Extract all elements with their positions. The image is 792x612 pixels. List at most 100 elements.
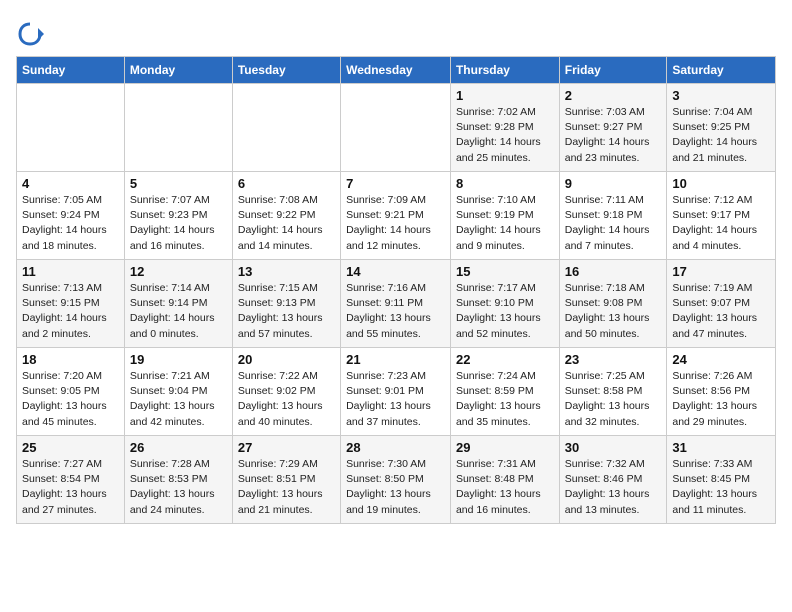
day-info: Sunrise: 7:32 AMSunset: 8:46 PMDaylight:… bbox=[565, 457, 662, 518]
day-cell: 31 Sunrise: 7:33 AMSunset: 8:45 PMDayligh… bbox=[667, 436, 776, 524]
day-info: Sunrise: 7:31 AMSunset: 8:48 PMDaylight:… bbox=[456, 457, 554, 518]
day-cell: 24 Sunrise: 7:26 AMSunset: 8:56 PMDayligh… bbox=[667, 348, 776, 436]
day-info: Sunrise: 7:29 AMSunset: 8:51 PMDaylight:… bbox=[238, 457, 335, 518]
day-info: Sunrise: 7:11 AMSunset: 9:18 PMDaylight:… bbox=[565, 193, 662, 254]
day-info: Sunrise: 7:02 AMSunset: 9:28 PMDaylight:… bbox=[456, 105, 554, 166]
day-cell bbox=[232, 84, 340, 172]
day-number: 25 bbox=[22, 440, 119, 455]
day-number: 26 bbox=[130, 440, 227, 455]
day-number: 1 bbox=[456, 88, 554, 103]
day-number: 30 bbox=[565, 440, 662, 455]
day-number: 16 bbox=[565, 264, 662, 279]
day-number: 29 bbox=[456, 440, 554, 455]
day-cell: 4 Sunrise: 7:05 AMSunset: 9:24 PMDaylight… bbox=[17, 172, 125, 260]
day-cell: 17 Sunrise: 7:19 AMSunset: 9:07 PMDayligh… bbox=[667, 260, 776, 348]
day-cell bbox=[124, 84, 232, 172]
day-number: 17 bbox=[672, 264, 770, 279]
day-cell: 18Sunrise: 7:20 AMSunset: 9:05 PMDayligh… bbox=[17, 348, 125, 436]
day-cell: 9 Sunrise: 7:11 AMSunset: 9:18 PMDaylight… bbox=[559, 172, 667, 260]
day-cell: 26 Sunrise: 7:28 AMSunset: 8:53 PMDayligh… bbox=[124, 436, 232, 524]
day-info: Sunrise: 7:26 AMSunset: 8:56 PMDaylight:… bbox=[672, 369, 770, 430]
header bbox=[16, 16, 776, 48]
day-info: Sunrise: 7:15 AMSunset: 9:13 PMDaylight:… bbox=[238, 281, 335, 342]
day-info: Sunrise: 7:09 AMSunset: 9:21 PMDaylight:… bbox=[346, 193, 445, 254]
day-info: Sunrise: 7:08 AMSunset: 9:22 PMDaylight:… bbox=[238, 193, 335, 254]
day-info: Sunrise: 7:30 AMSunset: 8:50 PMDaylight:… bbox=[346, 457, 445, 518]
day-info: Sunrise: 7:22 AMSunset: 9:02 PMDaylight:… bbox=[238, 369, 335, 430]
day-cell: 7 Sunrise: 7:09 AMSunset: 9:21 PMDaylight… bbox=[341, 172, 451, 260]
day-number: 9 bbox=[565, 176, 662, 191]
day-number: 15 bbox=[456, 264, 554, 279]
day-cell: 28 Sunrise: 7:30 AMSunset: 8:50 PMDayligh… bbox=[341, 436, 451, 524]
day-number: 7 bbox=[346, 176, 445, 191]
day-number: 21 bbox=[346, 352, 445, 367]
day-cell: 29 Sunrise: 7:31 AMSunset: 8:48 PMDayligh… bbox=[450, 436, 559, 524]
day-cell: 14 Sunrise: 7:16 AMSunset: 9:11 PMDayligh… bbox=[341, 260, 451, 348]
weekday-header-sunday: Sunday bbox=[17, 57, 125, 84]
day-info: Sunrise: 7:05 AMSunset: 9:24 PMDaylight:… bbox=[22, 193, 119, 254]
day-info: Sunrise: 7:27 AMSunset: 8:54 PMDaylight:… bbox=[22, 457, 119, 518]
day-cell: 6Sunrise: 7:08 AMSunset: 9:22 PMDaylight… bbox=[232, 172, 340, 260]
day-cell: 21 Sunrise: 7:23 AMSunset: 9:01 PMDayligh… bbox=[341, 348, 451, 436]
logo bbox=[16, 20, 48, 48]
day-cell: 2 Sunrise: 7:03 AMSunset: 9:27 PMDaylight… bbox=[559, 84, 667, 172]
day-cell bbox=[17, 84, 125, 172]
day-info: Sunrise: 7:14 AMSunset: 9:14 PMDaylight:… bbox=[130, 281, 227, 342]
day-info: Sunrise: 7:33 AMSunset: 8:45 PMDaylight:… bbox=[672, 457, 770, 518]
day-cell: 8Sunrise: 7:10 AMSunset: 9:19 PMDaylight… bbox=[450, 172, 559, 260]
day-number: 14 bbox=[346, 264, 445, 279]
day-info: Sunrise: 7:12 AMSunset: 9:17 PMDaylight:… bbox=[672, 193, 770, 254]
day-cell bbox=[341, 84, 451, 172]
day-number: 19 bbox=[130, 352, 227, 367]
week-row-3: 11Sunrise: 7:13 AMSunset: 9:15 PMDayligh… bbox=[17, 260, 776, 348]
day-cell: 27 Sunrise: 7:29 AMSunset: 8:51 PMDayligh… bbox=[232, 436, 340, 524]
day-number: 22 bbox=[456, 352, 554, 367]
day-info: Sunrise: 7:03 AMSunset: 9:27 PMDaylight:… bbox=[565, 105, 662, 166]
day-number: 28 bbox=[346, 440, 445, 455]
week-row-1: 1 Sunrise: 7:02 AMSunset: 9:28 PMDaylight… bbox=[17, 84, 776, 172]
weekday-header-monday: Monday bbox=[124, 57, 232, 84]
day-info: Sunrise: 7:21 AMSunset: 9:04 PMDaylight:… bbox=[130, 369, 227, 430]
day-info: Sunrise: 7:23 AMSunset: 9:01 PMDaylight:… bbox=[346, 369, 445, 430]
day-cell: 22 Sunrise: 7:24 AMSunset: 8:59 PMDayligh… bbox=[450, 348, 559, 436]
day-info: Sunrise: 7:19 AMSunset: 9:07 PMDaylight:… bbox=[672, 281, 770, 342]
day-number: 20 bbox=[238, 352, 335, 367]
day-number: 10 bbox=[672, 176, 770, 191]
day-cell: 30 Sunrise: 7:32 AMSunset: 8:46 PMDayligh… bbox=[559, 436, 667, 524]
day-cell: 3 Sunrise: 7:04 AMSunset: 9:25 PMDaylight… bbox=[667, 84, 776, 172]
day-number: 2 bbox=[565, 88, 662, 103]
day-cell: 20 Sunrise: 7:22 AMSunset: 9:02 PMDayligh… bbox=[232, 348, 340, 436]
day-info: Sunrise: 7:10 AMSunset: 9:19 PMDaylight:… bbox=[456, 193, 554, 254]
week-row-4: 18Sunrise: 7:20 AMSunset: 9:05 PMDayligh… bbox=[17, 348, 776, 436]
day-number: 3 bbox=[672, 88, 770, 103]
day-info: Sunrise: 7:04 AMSunset: 9:25 PMDaylight:… bbox=[672, 105, 770, 166]
day-cell: 25 Sunrise: 7:27 AMSunset: 8:54 PMDayligh… bbox=[17, 436, 125, 524]
day-number: 31 bbox=[672, 440, 770, 455]
day-info: Sunrise: 7:16 AMSunset: 9:11 PMDaylight:… bbox=[346, 281, 445, 342]
day-number: 27 bbox=[238, 440, 335, 455]
day-cell: 16Sunrise: 7:18 AMSunset: 9:08 PMDayligh… bbox=[559, 260, 667, 348]
day-info: Sunrise: 7:24 AMSunset: 8:59 PMDaylight:… bbox=[456, 369, 554, 430]
day-info: Sunrise: 7:07 AMSunset: 9:23 PMDaylight:… bbox=[130, 193, 227, 254]
day-number: 12 bbox=[130, 264, 227, 279]
day-number: 4 bbox=[22, 176, 119, 191]
day-cell: 23 Sunrise: 7:25 AMSunset: 8:58 PMDayligh… bbox=[559, 348, 667, 436]
day-info: Sunrise: 7:28 AMSunset: 8:53 PMDaylight:… bbox=[130, 457, 227, 518]
weekday-header-saturday: Saturday bbox=[667, 57, 776, 84]
day-number: 23 bbox=[565, 352, 662, 367]
day-cell: 19 Sunrise: 7:21 AMSunset: 9:04 PMDayligh… bbox=[124, 348, 232, 436]
day-info: Sunrise: 7:25 AMSunset: 8:58 PMDaylight:… bbox=[565, 369, 662, 430]
day-number: 24 bbox=[672, 352, 770, 367]
day-number: 5 bbox=[130, 176, 227, 191]
weekday-header-thursday: Thursday bbox=[450, 57, 559, 84]
week-row-2: 4 Sunrise: 7:05 AMSunset: 9:24 PMDaylight… bbox=[17, 172, 776, 260]
day-number: 13 bbox=[238, 264, 335, 279]
day-cell: 11Sunrise: 7:13 AMSunset: 9:15 PMDayligh… bbox=[17, 260, 125, 348]
day-cell: 12 Sunrise: 7:14 AMSunset: 9:14 PMDayligh… bbox=[124, 260, 232, 348]
week-row-5: 25 Sunrise: 7:27 AMSunset: 8:54 PMDayligh… bbox=[17, 436, 776, 524]
weekday-header-wednesday: Wednesday bbox=[341, 57, 451, 84]
day-cell: 5 Sunrise: 7:07 AMSunset: 9:23 PMDaylight… bbox=[124, 172, 232, 260]
day-info: Sunrise: 7:13 AMSunset: 9:15 PMDaylight:… bbox=[22, 281, 119, 342]
day-cell: 1 Sunrise: 7:02 AMSunset: 9:28 PMDaylight… bbox=[450, 84, 559, 172]
day-info: Sunrise: 7:20 AMSunset: 9:05 PMDaylight:… bbox=[22, 369, 119, 430]
